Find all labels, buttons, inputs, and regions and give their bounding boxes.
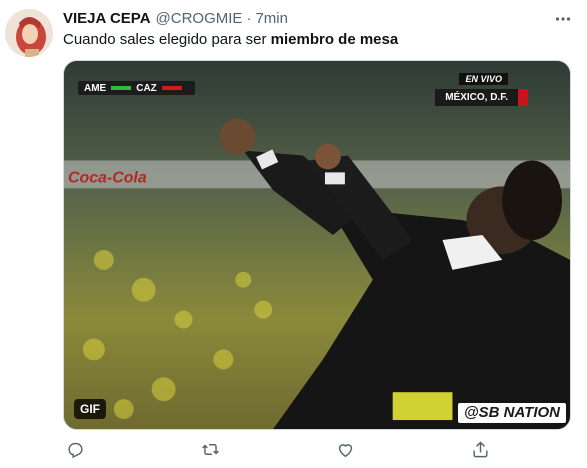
share-button[interactable]	[469, 437, 493, 461]
live-overlay: EN VIVO MÉXICO, D.F.	[418, 73, 548, 115]
avatar[interactable]	[5, 9, 53, 57]
home-score-bar	[111, 86, 132, 90]
reply-button[interactable]	[63, 437, 87, 461]
separator-dot: ·	[246, 10, 252, 27]
retweet-icon	[202, 443, 219, 455]
heart-icon	[339, 443, 353, 457]
tweet-header: VIEJA CEPA @CROGMIE · 7min	[63, 9, 573, 29]
author-name[interactable]: VIEJA CEPA	[63, 9, 151, 29]
away-score-bar	[161, 86, 182, 90]
like-button[interactable]	[334, 437, 358, 461]
home-team: AME	[84, 82, 107, 94]
live-label: EN VIVO	[459, 73, 508, 85]
banner-text: Coca-Cola	[68, 169, 147, 186]
away-team: CAZ	[136, 82, 157, 94]
sbnation-watermark: @SB NATION	[457, 403, 566, 423]
retweet-button[interactable]	[198, 437, 222, 461]
scoreboard: AME CAZ	[78, 81, 195, 95]
author-handle[interactable]: @CROGMIE	[156, 9, 243, 29]
avatar-illustration	[5, 9, 53, 57]
tweet-text: Cuando sales elegido para ser miembro de…	[63, 30, 563, 50]
gif-frame-illustration: Coca-Cola	[64, 61, 570, 429]
tweet-text-bold: miembro de mesa	[270, 31, 399, 48]
more-options-icon[interactable]	[553, 9, 573, 29]
gif-badge: GIF	[74, 399, 106, 419]
timestamp[interactable]: 7min	[255, 9, 288, 29]
share-icon	[473, 441, 489, 457]
gif-media[interactable]: Coca-Cola AME CAZ EN VIVO MÉXICO, D.F. G…	[63, 60, 571, 430]
reply-icon	[67, 442, 83, 458]
location-label: MÉXICO, D.F.	[435, 89, 528, 106]
tweet-actions	[63, 437, 493, 461]
tweet-text-plain: Cuando sales elegido para ser	[63, 31, 271, 48]
